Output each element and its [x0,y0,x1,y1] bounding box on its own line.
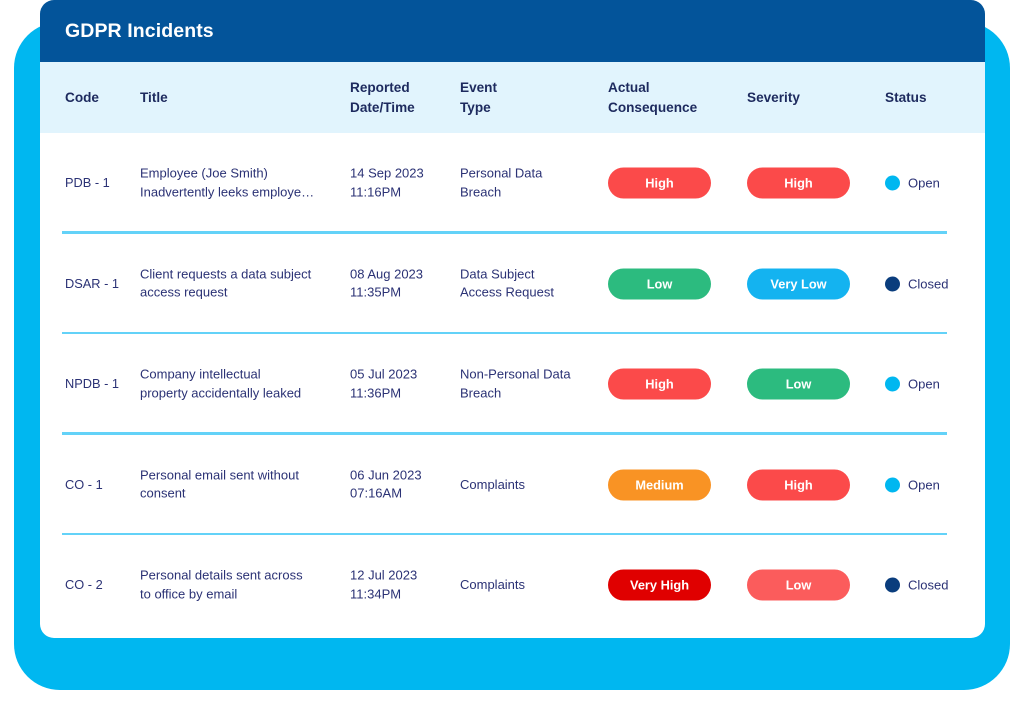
column-header-actual-consequence: Actual Consequence [608,78,748,118]
cell-title: Personal email sent without consent [140,466,340,503]
cell-title-line1: Personal email sent without [140,467,299,483]
cell-event-type-line1: Non-Personal Data [460,366,571,382]
table-row[interactable]: NPDB - 1 Company intellectual property acc… [40,334,985,435]
cell-event-type-line1: Personal Data [460,165,543,181]
status-dot-icon [885,577,900,593]
cell-event-type: Data Subject Access Request [460,265,600,302]
severity-badge-label: High [784,175,813,191]
cell-event-type: Complaints [460,576,600,595]
status-label: Open [908,477,940,493]
cell-title-line1: Company intellectual [140,366,261,382]
cell-title-line1: Employee (Joe Smith) [140,165,268,181]
table-row[interactable]: CO - 2 Personal details sent across to off… [40,535,985,636]
cell-title-line1: Personal details sent across [140,567,303,583]
status-dot-icon [885,276,900,292]
severity-badge-label: Low [785,577,812,593]
cell-title-line2: to office by email [140,586,238,602]
cell-title-line2: property accidentally leaked [140,385,302,401]
column-header-severity: Severity [747,88,877,108]
consequence-badge[interactable]: High [608,167,711,199]
consequence-badge-label: Low [646,276,673,292]
column-header-consequence-line2: Consequence [608,99,698,115]
column-header-event-line1: Event [460,79,498,95]
cell-title: Personal details sent across to office by… [140,567,340,604]
status-label: Closed [908,577,949,593]
cell-title: Employee (Joe Smith) Inadvertently leeks … [140,165,340,202]
cell-event-type-line2: Breach [460,385,502,401]
status-badge[interactable]: Open [885,376,985,392]
cell-title-line1: Client requests a data subject [140,266,312,282]
status-dot-icon [885,477,900,493]
cell-event-type: Non-Personal Data Breach [460,366,600,403]
column-header-severity-label: Severity [747,89,800,105]
consequence-badge[interactable]: High [608,368,711,400]
cell-title-line2: Inadvertently leeks employe… [140,184,315,200]
status-label: Open [908,175,940,191]
screenshot-stage: GDPR Incidents Code Title Reported Date/… [0,0,1024,712]
status-label: Closed [908,276,949,292]
cell-title-line2: access request [140,284,228,300]
consequence-badge[interactable]: Very High [608,569,711,601]
cell-event-type: Complaints [460,476,600,495]
table-row[interactable]: CO - 1 Personal email sent without consent… [40,435,985,535]
column-header-status-label: Status [885,89,927,105]
column-header-event-type: Event Type [460,78,600,118]
cell-event-type-line1: Complaints [460,577,526,592]
column-header-status: Status [885,88,985,108]
column-header-event-line2: Type [460,99,491,115]
severity-badge[interactable]: High [747,167,850,199]
cell-event-type-line2: Breach [460,184,502,200]
consequence-badge-label: Medium [635,477,684,493]
page-title: GDPR Incidents [65,19,214,42]
cell-event-type: Personal Data Breach [460,165,600,202]
card-titlebar: GDPR Incidents [40,0,985,62]
consequence-badge[interactable]: Medium [608,469,711,501]
status-dot-icon [885,175,900,191]
gdpr-incidents-card: GDPR Incidents Code Title Reported Date/… [40,0,985,638]
table-row[interactable]: PDB - 1 Employee (Joe Smith) Inadvertently… [40,133,985,234]
cell-title: Company intellectual property accidentall… [140,366,340,403]
consequence-badge-label: Very High [629,577,690,593]
consequence-badge[interactable]: Low [608,268,711,300]
severity-badge-label: Very Low [770,276,827,292]
severity-badge-label: Low [785,376,812,392]
cell-event-type-line2: Access Request [460,284,554,300]
status-label: Open [908,376,940,392]
table-header-row: Code Title Reported Date/Time Event Type… [40,62,985,133]
severity-badge[interactable]: Low [747,368,850,400]
cell-event-type-line1: Data Subject [460,266,535,282]
status-badge[interactable]: Closed [885,276,985,292]
column-header-title-label: Title [140,89,168,105]
status-badge[interactable]: Closed [885,577,985,593]
cell-title-line2: consent [140,485,186,501]
status-badge[interactable]: Open [885,175,985,191]
table-body: PDB - 1 Employee (Joe Smith) Inadvertently… [40,133,985,636]
table-row[interactable]: DSAR - 1 Client requests a data subject ac… [40,234,985,334]
cell-event-type-line1: Complaints [460,476,526,492]
column-header-title: Title [140,88,340,108]
severity-badge[interactable]: Very Low [747,268,850,300]
status-badge[interactable]: Open [885,477,985,493]
consequence-badge-label: High [645,175,674,191]
severity-badge[interactable]: High [747,469,850,501]
consequence-badge-label: High [645,376,674,392]
severity-badge-label: High [784,477,813,493]
cell-title: Client requests a data subject access req… [140,265,340,302]
status-dot-icon [885,376,900,392]
severity-badge[interactable]: Low [747,569,850,601]
column-header-consequence-line1: Actual [608,79,650,95]
